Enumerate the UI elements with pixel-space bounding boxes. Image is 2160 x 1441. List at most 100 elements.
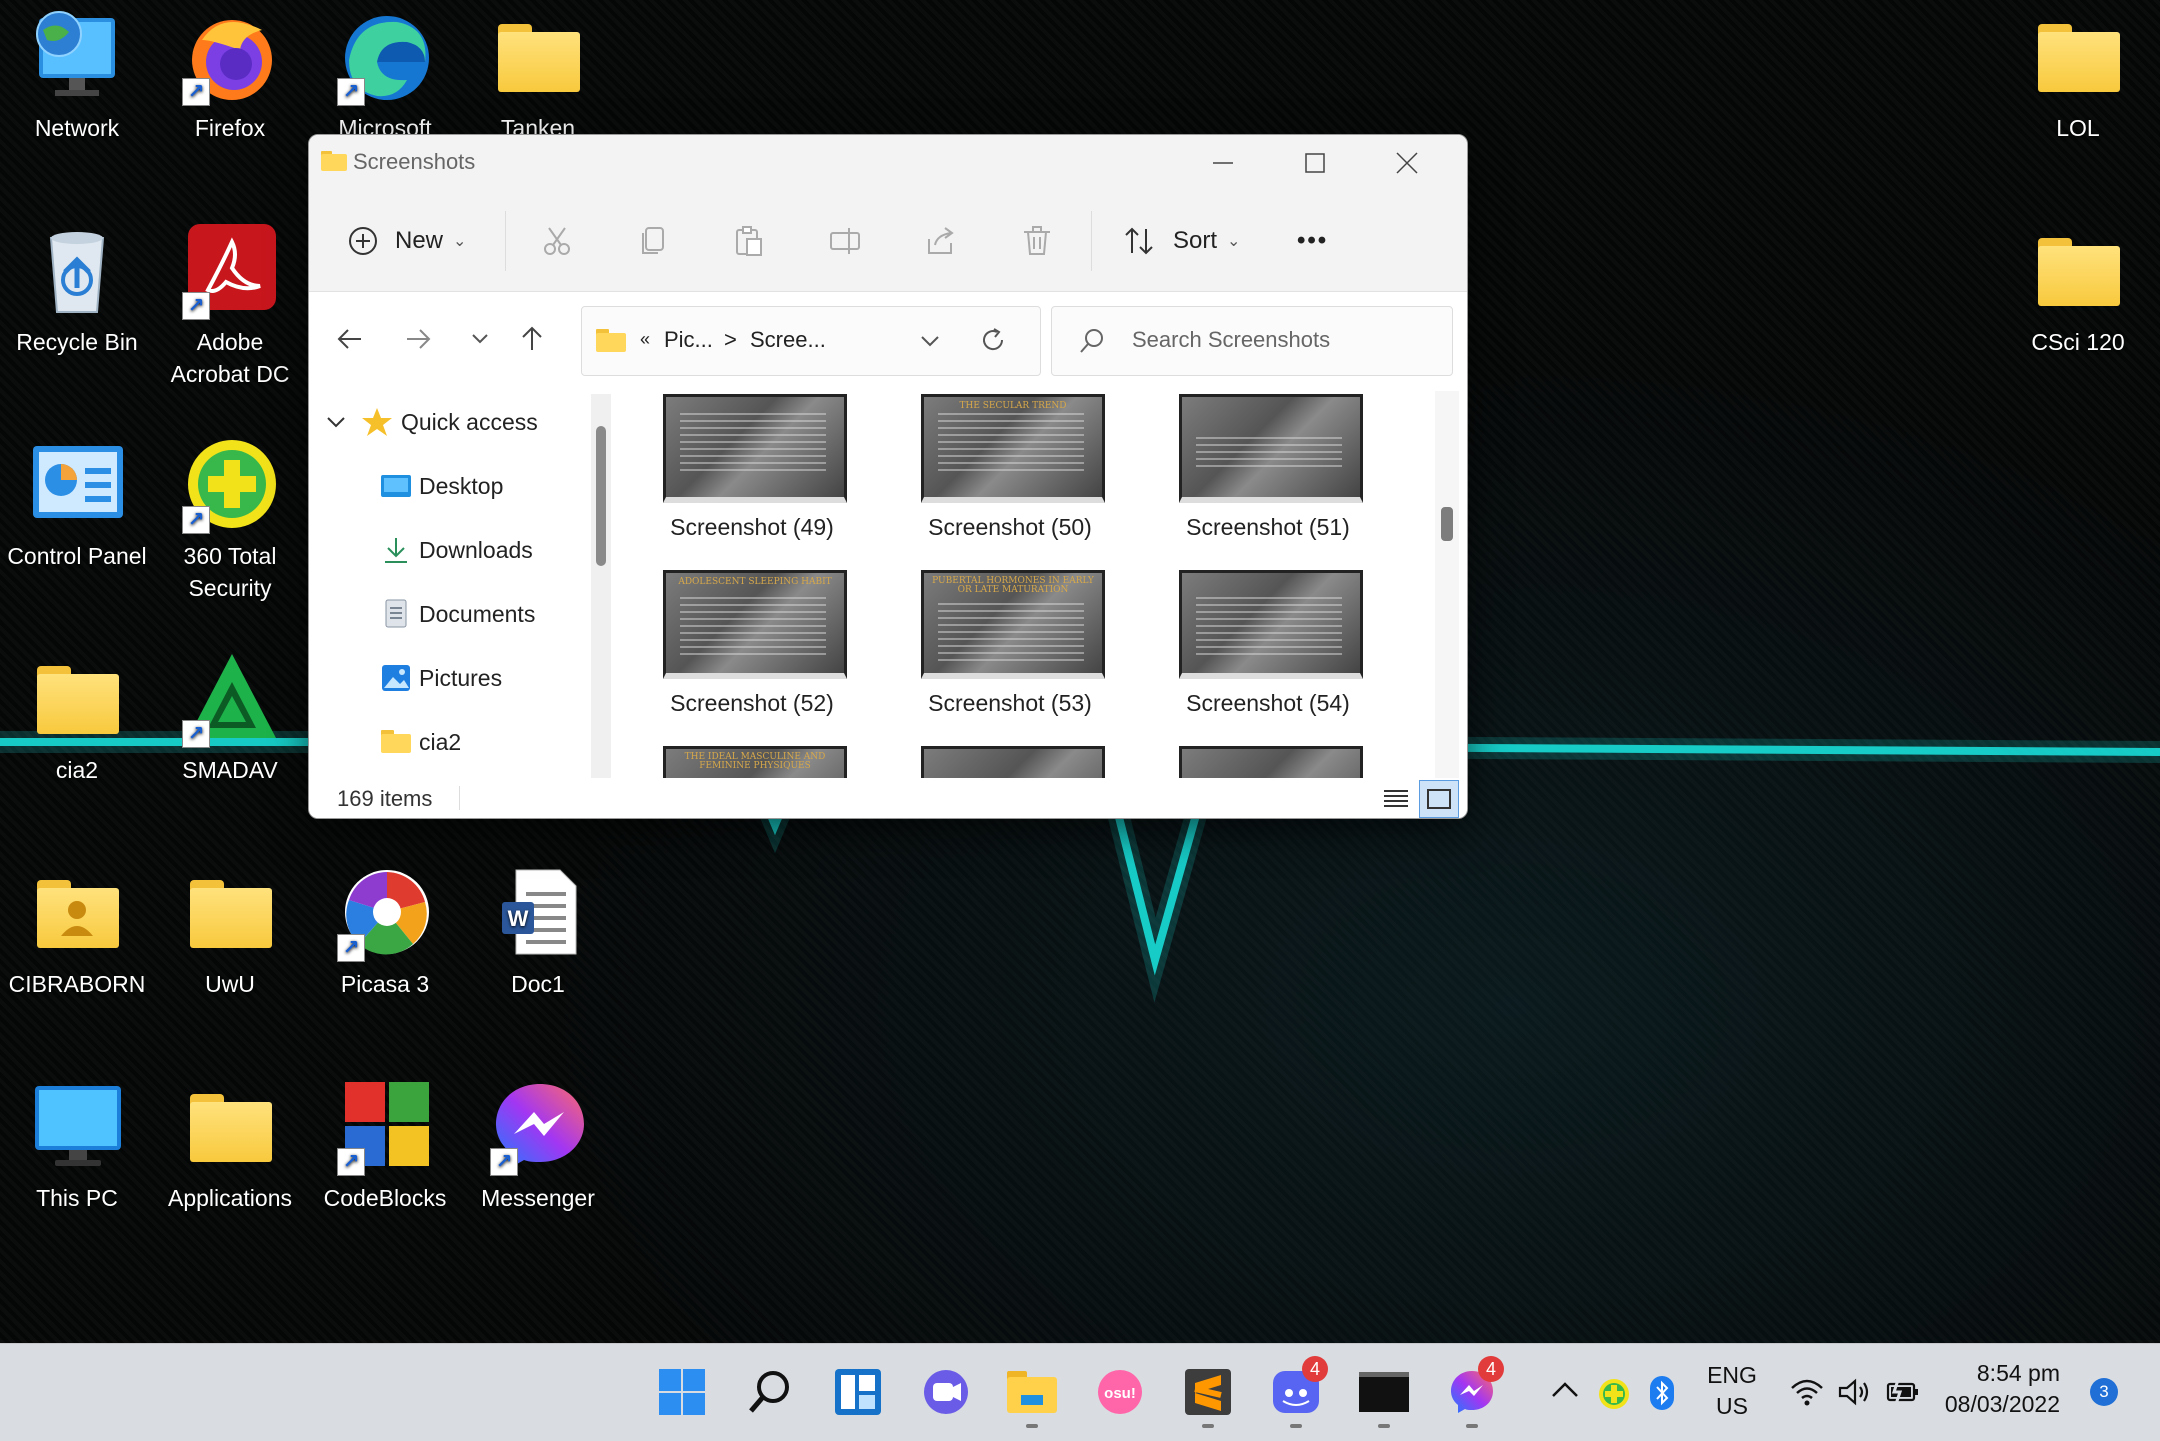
sublime-text-button[interactable] (1182, 1366, 1234, 1428)
desktop-icon-picasa[interactable]: ↗ Picasa 3 (310, 866, 460, 1000)
folder-icon (2030, 224, 2126, 320)
forward-button[interactable] (395, 316, 441, 362)
address-bar[interactable]: « Pic... > Scree... (581, 306, 1041, 376)
shortcut-arrow-icon: ↗ (182, 78, 210, 106)
nav-item-label: Desktop (419, 472, 504, 499)
desktop-icon-cibraborn[interactable]: CIBRABORN (2, 866, 152, 1000)
desktop-icon-label: Doc1 (511, 971, 565, 997)
maximize-button[interactable] (1269, 135, 1361, 191)
messenger-button[interactable]: 4 (1446, 1356, 1504, 1428)
360-security-icon (1599, 1379, 1629, 1409)
clock-time: 8:54 pm (1976, 1360, 2060, 1386)
file-thumbnail-partial[interactable] (921, 746, 1105, 778)
desktop-icon-edge[interactable]: ↗ Microsoft (310, 10, 460, 144)
nav-item-cia2[interactable]: cia2 (381, 722, 601, 762)
tray-bluetooth[interactable] (1650, 1376, 1674, 1416)
desktop-icon-control-panel[interactable]: Control Panel (2, 438, 152, 572)
desktop-icon-360-total-security[interactable]: ↗ 360 Total Security (155, 438, 305, 604)
desktop-icon-recycle-bin[interactable]: Recycle Bin (2, 224, 152, 358)
address-dropdown-icon[interactable] (920, 335, 940, 347)
messenger-icon: ↗ (490, 1080, 586, 1176)
refresh-icon[interactable] (980, 327, 1006, 353)
desktop-icon-tanken[interactable]: Tanken (463, 10, 613, 144)
scrollbar-thumb[interactable] (1441, 507, 1453, 541)
nav-item-label: Downloads (419, 536, 533, 563)
recent-locations-button[interactable] (457, 316, 503, 362)
cut-button[interactable] (541, 217, 573, 265)
widgets-button[interactable] (832, 1366, 884, 1418)
nav-item-downloads[interactable]: Downloads 📌 (381, 530, 649, 570)
teams-chat-button[interactable] (920, 1366, 972, 1418)
osu-button[interactable]: osu! (1094, 1366, 1146, 1418)
running-indicator (1466, 1424, 1478, 1428)
document-icon (385, 599, 407, 628)
plus-circle-icon (349, 227, 377, 255)
title-bar[interactable]: Screenshots (309, 135, 1467, 191)
file-thumbnail-partial[interactable]: THE IDEAL MASCULINE AND FEMININE PHYSIQU… (663, 746, 847, 778)
tray-360-security[interactable] (1598, 1378, 1630, 1416)
notification-center-button[interactable]: 3 (2090, 1378, 2118, 1406)
search-box[interactable]: Search Screenshots (1051, 306, 1453, 376)
file-explorer-window[interactable]: Screenshots New ⌄ Sort ⌄ ••• « Pic... > … (308, 134, 1468, 819)
desktop-icon-uwu[interactable]: UwU (155, 866, 305, 1000)
quick-access-item[interactable]: Quick access (325, 402, 538, 442)
file-thumbnail-partial[interactable] (1179, 746, 1363, 778)
rename-button[interactable] (829, 217, 863, 265)
new-button[interactable]: New ⌄ (347, 217, 466, 265)
desktop-icon-adobe-acrobat[interactable]: ↗ Adobe Acrobat DC (155, 224, 305, 390)
breadcrumb-screenshots[interactable]: Scree... (750, 327, 826, 353)
file-explorer-button[interactable] (1006, 1366, 1058, 1428)
nav-item-documents[interactable]: Documents 📌 (381, 594, 649, 634)
start-button[interactable] (656, 1366, 708, 1418)
more-options-button[interactable]: ••• (1297, 217, 1328, 265)
details-view-button[interactable] (1379, 782, 1413, 814)
terminal-button[interactable] (1358, 1366, 1410, 1428)
desktop-icon-cia2[interactable]: cia2 (2, 652, 152, 786)
clock[interactable]: 8:54 pm 08/03/2022 (1940, 1360, 2060, 1418)
desktop-icon-smadav[interactable]: ↗ SMADAV (155, 652, 305, 786)
sort-button[interactable]: Sort ⌄ (1123, 217, 1240, 265)
show-hidden-icons-button[interactable] (1550, 1378, 1580, 1405)
hidden-path-chevron[interactable]: « (640, 329, 650, 350)
sublime-text-icon (1185, 1369, 1231, 1415)
desktop-icon-firefox[interactable]: ↗ Firefox (155, 10, 305, 144)
file-name: Screenshot (51) (1186, 514, 1350, 540)
file-view-scrollbar[interactable] (1435, 391, 1459, 781)
desktop-icon-messenger[interactable]: ↗ Messenger (463, 1080, 613, 1214)
paste-button[interactable] (733, 217, 765, 265)
search-button[interactable] (744, 1366, 796, 1418)
copy-button[interactable] (637, 217, 669, 265)
nav-item-desktop[interactable]: Desktop 📌 (381, 466, 649, 506)
nav-item-pictures[interactable]: Pictures 📌 (381, 658, 649, 698)
language-indicator[interactable]: ENG US (1700, 1362, 1764, 1420)
up-button[interactable] (509, 316, 555, 362)
close-button[interactable] (1361, 135, 1453, 191)
desktop-icon-label: Firefox (194, 115, 266, 141)
desktop-icon-applications[interactable]: Applications (155, 1080, 305, 1214)
desktop-icon-doc1[interactable]: W Doc1 (463, 866, 613, 1000)
navigation-pane-scrollbar[interactable] (591, 394, 611, 780)
volume-status[interactable] (1838, 1378, 1870, 1412)
scrollbar-thumb[interactable] (596, 426, 606, 566)
download-icon (385, 538, 407, 563)
desktop-icon-lol[interactable]: LOL (2003, 10, 2153, 144)
discord-button[interactable]: 4 (1270, 1356, 1328, 1428)
breadcrumb-pictures[interactable]: Pic... (664, 327, 713, 353)
network-status[interactable] (1790, 1378, 1824, 1412)
desktop-icon-this-pc[interactable]: This PC (2, 1080, 152, 1214)
delete-button[interactable] (1021, 217, 1053, 265)
desktop-icon-csci-120[interactable]: CSci 120 (2003, 224, 2153, 358)
share-button[interactable] (925, 217, 957, 265)
bluetooth-icon (1650, 1376, 1674, 1410)
battery-status[interactable] (1886, 1378, 1920, 1412)
back-button[interactable] (327, 316, 373, 362)
file-thumbnail (663, 394, 847, 503)
desktop-icon-label: Control Panel (7, 543, 147, 569)
desktop-icon-codeblocks[interactable]: ↗ CodeBlocks (310, 1080, 460, 1214)
search-icon (1080, 329, 1103, 353)
search-input[interactable]: Search Screenshots (1132, 327, 1330, 353)
desktop-icon-network[interactable]: Network (2, 10, 152, 144)
minimize-button[interactable] (1177, 135, 1269, 191)
chevron-up-icon (1552, 1382, 1578, 1397)
large-icons-view-button[interactable] (1419, 780, 1459, 818)
